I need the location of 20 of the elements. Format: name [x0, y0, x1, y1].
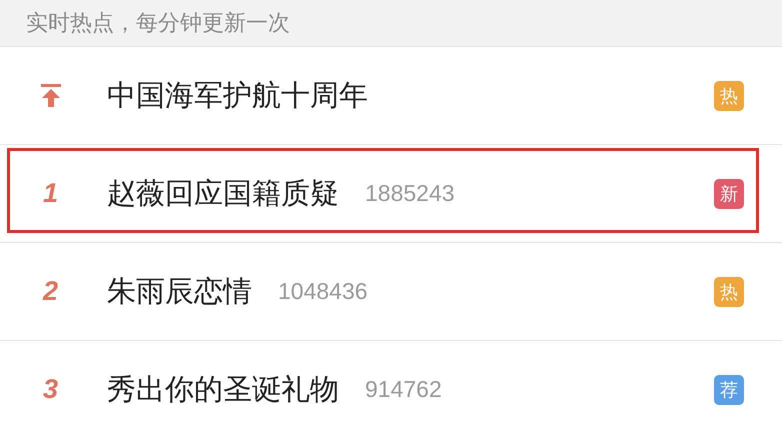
topic-tag: 荐 — [714, 374, 744, 404]
hot-topic-row[interactable]: 3 秀出你的圣诞礼物 914762 荐 — [0, 341, 782, 433]
rank-number: 3 — [42, 374, 58, 405]
pin-to-top-icon — [40, 84, 62, 108]
topic-title: 中国海军护航十周年 — [107, 76, 368, 114]
topic-tag: 热 — [714, 276, 744, 306]
search-count: 914762 — [365, 376, 442, 403]
hot-topic-row[interactable]: 中国海军护航十周年 热 — [0, 47, 782, 145]
search-count: 1048436 — [278, 278, 368, 305]
hot-topic-row[interactable]: 2 朱雨辰恋情 1048436 热 — [0, 243, 782, 341]
search-count: 1885243 — [365, 180, 455, 207]
header-text: 实时热点，每分钟更新一次 — [26, 10, 290, 38]
rank-number: 2 — [42, 276, 58, 307]
hot-topic-row[interactable]: 1 赵薇回应国籍质疑 1885243 新 — [0, 145, 782, 243]
topic-title: 秀出你的圣诞礼物 — [107, 370, 339, 408]
rank-number: 1 — [42, 178, 58, 209]
topic-title: 朱雨辰恋情 — [107, 272, 252, 310]
topic-title: 赵薇回应国籍质疑 — [107, 174, 339, 212]
topic-tag: 新 — [714, 178, 744, 208]
topic-tag: 热 — [714, 80, 744, 110]
